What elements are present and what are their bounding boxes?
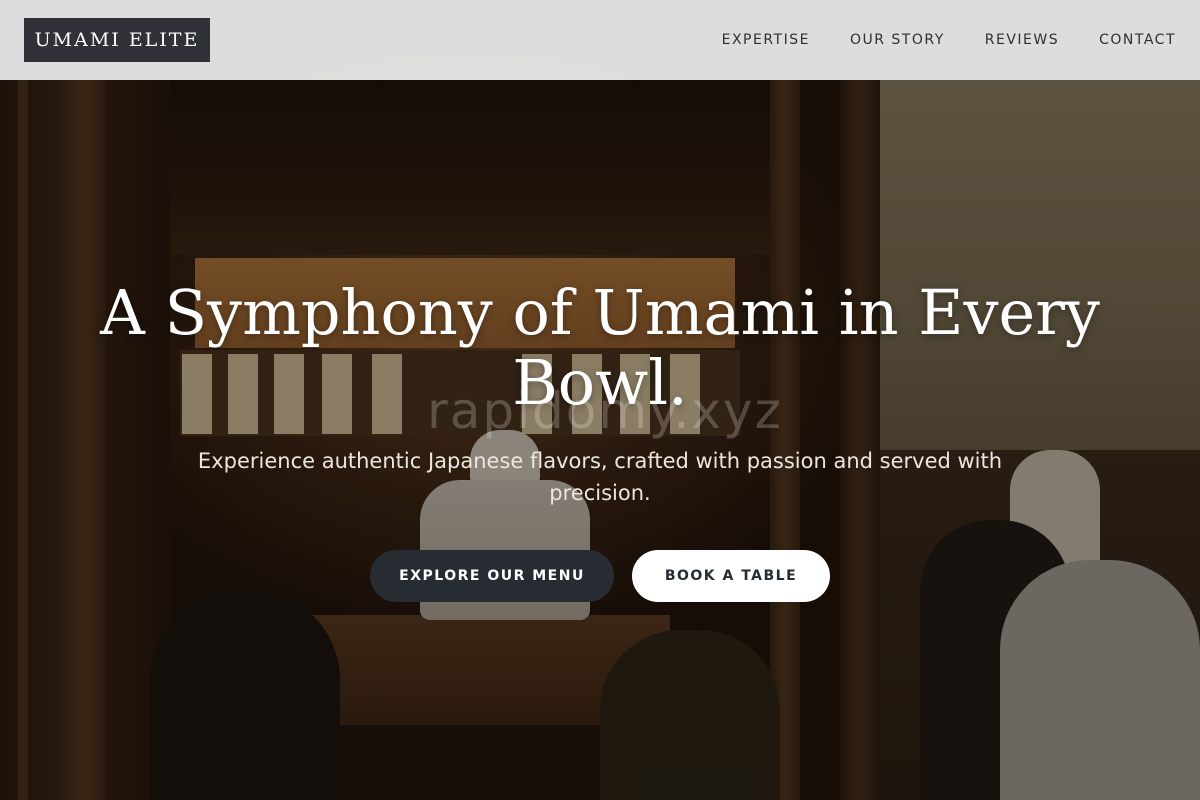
nav-link-contact[interactable]: CONTACT — [1099, 32, 1176, 48]
hero-actions: EXPLORE OUR MENU BOOK A TABLE — [0, 550, 1200, 602]
watermark: rapidomy.xyz — [427, 382, 783, 440]
explore-menu-button[interactable]: EXPLORE OUR MENU — [370, 550, 614, 602]
book-table-button[interactable]: BOOK A TABLE — [632, 550, 830, 602]
site-header: UMAMI ELITE EXPERTISE OUR STORY REVIEWS … — [0, 0, 1200, 80]
nav-link-reviews[interactable]: REVIEWS — [985, 32, 1059, 48]
hero-subtitle: Experience authentic Japanese flavors, c… — [197, 449, 1003, 505]
logo[interactable]: UMAMI ELITE — [24, 18, 210, 62]
nav-link-our-story[interactable]: OUR STORY — [850, 32, 945, 48]
main-nav: EXPERTISE OUR STORY REVIEWS CONTACT — [722, 32, 1176, 48]
hero-section: A Symphony of Umami in Every Bowl. rapid… — [0, 80, 1200, 800]
nav-link-expertise[interactable]: EXPERTISE — [722, 32, 810, 48]
